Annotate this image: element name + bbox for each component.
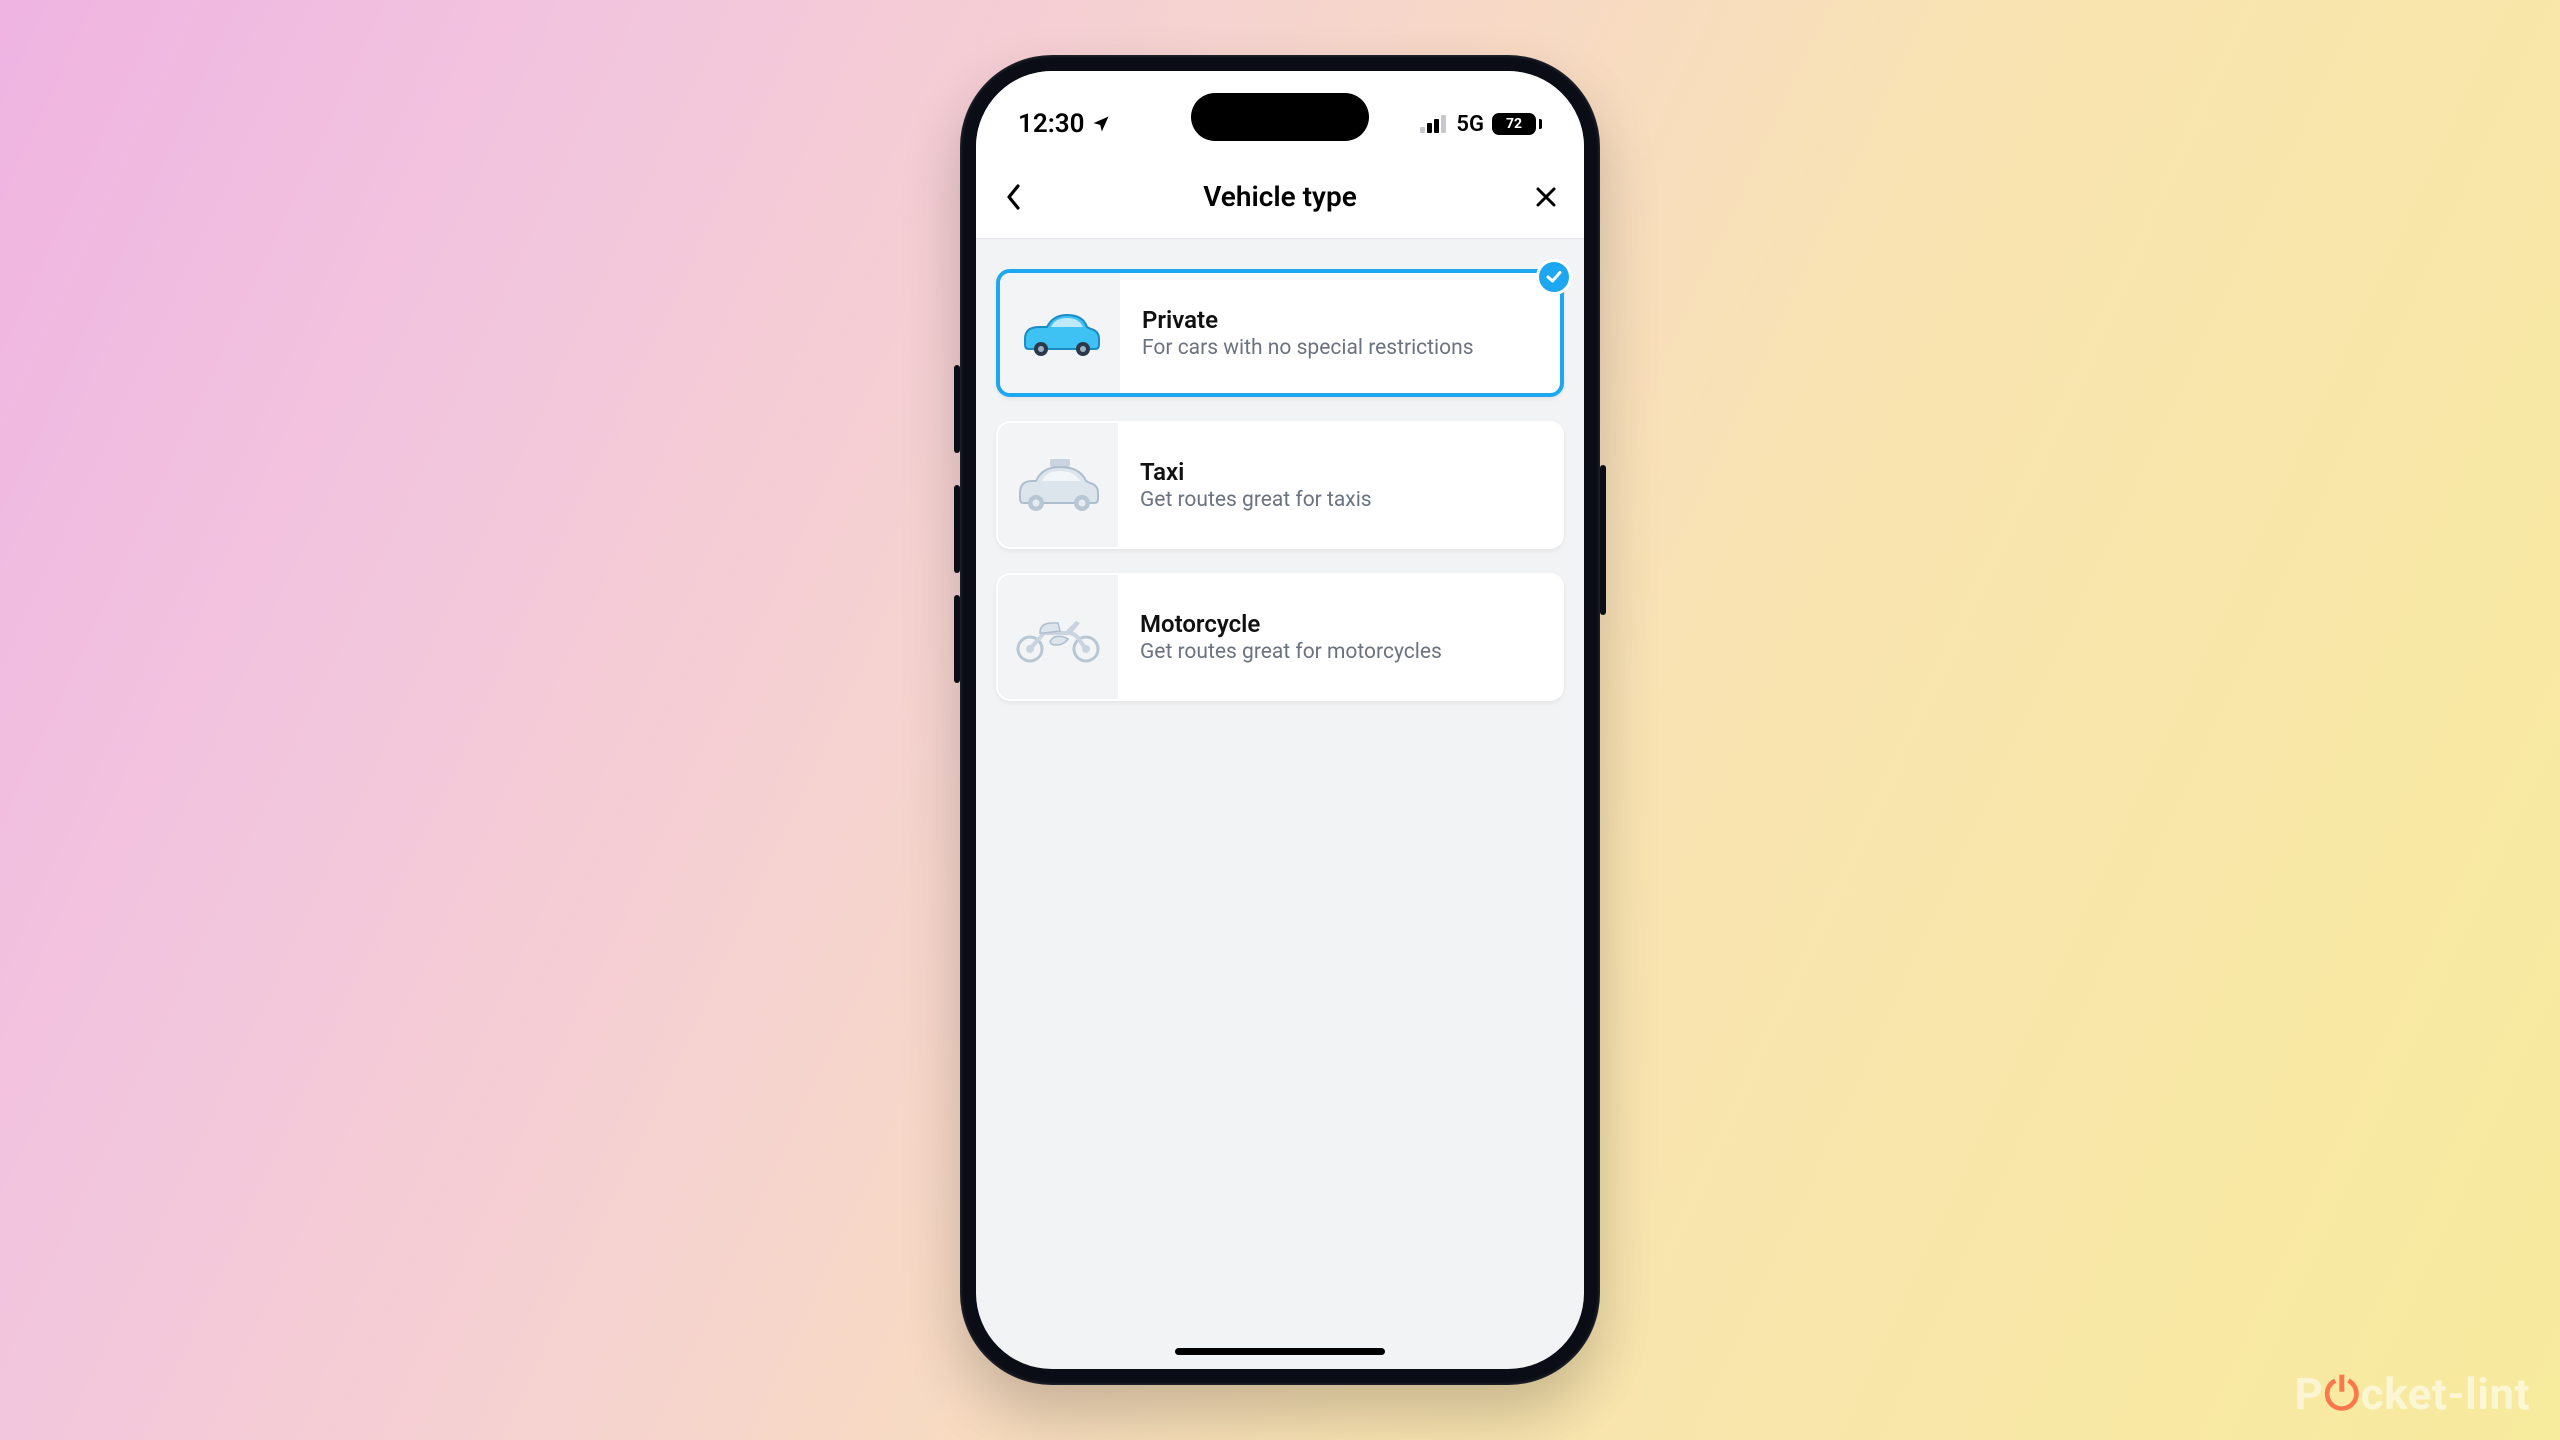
close-icon [1534, 185, 1558, 209]
watermark-suffix: cket-lint [2361, 1368, 2530, 1420]
watermark-prefix: P [2295, 1368, 2324, 1420]
network-label: 5G [1456, 112, 1484, 137]
vehicle-icon-slot [1000, 273, 1120, 393]
vehicle-icon-slot [998, 423, 1118, 547]
vehicle-option-private[interactable]: Private For cars with no special restric… [996, 269, 1564, 397]
status-left: 12:30 [1018, 109, 1111, 139]
location-icon [1091, 114, 1111, 134]
status-right: 5G 72 [1420, 112, 1542, 137]
vehicle-list: Private For cars with no special restric… [976, 239, 1584, 1369]
close-button[interactable] [1526, 177, 1566, 217]
phone-frame: 12:30 5G 72 Vehi [960, 55, 1600, 1385]
cellular-icon [1420, 115, 1448, 133]
vehicle-subtitle: For cars with no special restrictions [1142, 336, 1538, 360]
vehicle-title: Taxi [1140, 458, 1540, 486]
vehicle-option-motorcycle[interactable]: Motorcycle Get routes great for motorcyc… [996, 573, 1564, 701]
vehicle-title: Private [1142, 306, 1538, 334]
vehicle-icon-slot [998, 575, 1118, 699]
vehicle-title: Motorcycle [1140, 610, 1540, 638]
selected-badge [1536, 259, 1572, 295]
check-icon [1545, 268, 1563, 286]
car-icon [1017, 309, 1103, 357]
vehicle-option-taxi[interactable]: Taxi Get routes great for taxis [996, 421, 1564, 549]
battery-percent: 72 [1506, 116, 1522, 132]
chevron-left-icon [1005, 183, 1023, 211]
nav-bar: Vehicle type [976, 155, 1584, 239]
vehicle-subtitle: Get routes great for taxis [1140, 488, 1540, 512]
back-button[interactable] [994, 177, 1034, 217]
watermark: P⏻cket-lint [2295, 1368, 2531, 1420]
dynamic-island [1191, 93, 1369, 141]
phone-screen: 12:30 5G 72 Vehi [976, 71, 1584, 1369]
power-icon: ⏻ [2324, 1368, 2359, 1420]
taxi-icon [1012, 457, 1104, 513]
vehicle-subtitle: Get routes great for motorcycles [1140, 640, 1540, 664]
motorcycle-icon [1010, 611, 1106, 663]
battery-indicator: 72 [1492, 113, 1542, 135]
status-time: 12:30 [1018, 109, 1085, 139]
page-title: Vehicle type [1203, 180, 1357, 213]
home-indicator[interactable] [1175, 1348, 1385, 1355]
